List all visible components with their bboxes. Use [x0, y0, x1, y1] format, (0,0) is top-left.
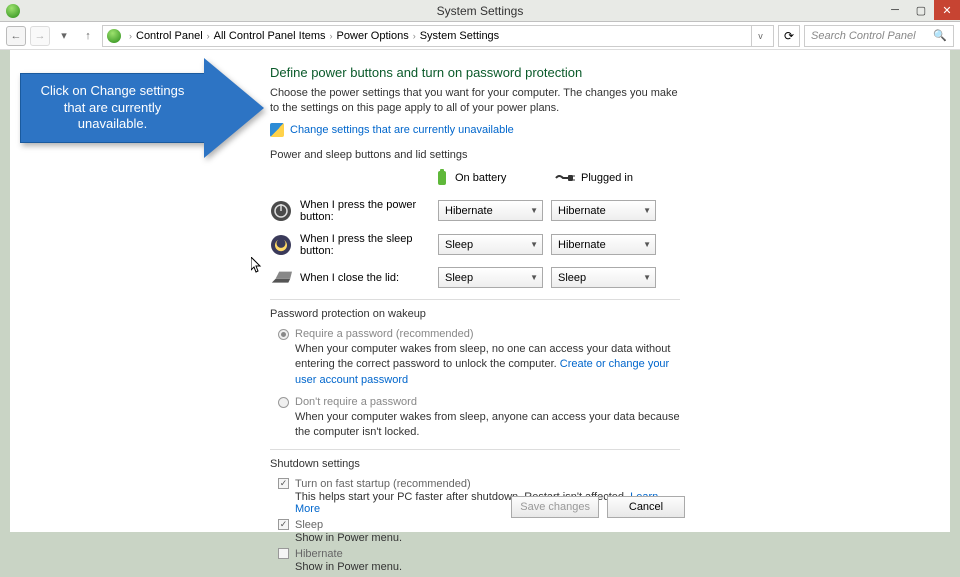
search-input[interactable]: Search Control Panel 🔍 [804, 25, 954, 47]
title-bar: System Settings ─ ▢ ✕ [0, 0, 960, 22]
arrow-right-icon [204, 58, 264, 158]
column-headers: On battery Plugged in [270, 169, 680, 187]
sleep-button-icon [270, 234, 292, 256]
back-button[interactable]: ← [6, 26, 26, 46]
row-sleep-label: When I press the sleep button: [300, 233, 430, 257]
lid-plugged-select[interactable]: Sleep ▼ [551, 267, 656, 288]
plug-icon [555, 172, 575, 184]
lid-icon [270, 267, 292, 289]
radio-require-password: Require a password (recommended) [278, 328, 680, 340]
chk-fast-startup: ✓ Turn on fast startup (recommended) [278, 478, 680, 490]
row-lid-label: When I close the lid: [300, 272, 430, 284]
sleep-battery-value: Sleep [445, 239, 473, 251]
power-plugged-value: Hibernate [558, 205, 606, 217]
forward-button[interactable]: → [30, 26, 50, 46]
page-subtext: Choose the power settings that you want … [270, 86, 680, 117]
recent-dropdown[interactable]: ▾ [54, 26, 74, 46]
sleep-plugged-value: Hibernate [558, 239, 606, 251]
breadcrumb-item-3[interactable]: System Settings [420, 30, 499, 42]
page-heading: Define power buttons and turn on passwor… [270, 65, 680, 80]
divider [270, 449, 680, 450]
lid-battery-value: Sleep [445, 272, 473, 284]
cancel-button[interactable]: Cancel [607, 496, 685, 518]
sleep-plugged-select[interactable]: Hibernate ▼ [551, 234, 656, 255]
chk-fast-input[interactable]: ✓ [278, 478, 289, 489]
chevron-right-icon: › [125, 31, 136, 41]
row-power-button: When I press the power button: Hibernate… [270, 199, 680, 223]
cursor-icon [251, 257, 263, 276]
radio-nopass-desc: When your computer wakes from sleep, any… [295, 410, 680, 441]
section-password-title: Password protection on wakeup [270, 308, 680, 320]
save-button[interactable]: Save changes [511, 496, 599, 518]
chk-sleep-input[interactable]: ✓ [278, 519, 289, 530]
radio-nopass-input[interactable] [278, 397, 289, 408]
tutorial-callout: Click on Change settings that are curren… [20, 63, 250, 163]
divider [270, 299, 680, 300]
chevron-right-icon: › [203, 31, 214, 41]
callout-text: Click on Change settings that are curren… [20, 73, 205, 143]
power-battery-value: Hibernate [445, 205, 493, 217]
chk-hibernate-desc: Show in Power menu. [295, 561, 680, 573]
chk-hibernate-label: Hibernate [295, 548, 343, 560]
change-settings-link[interactable]: Change settings that are currently unava… [290, 124, 514, 136]
power-battery-select[interactable]: Hibernate ▼ [438, 200, 543, 221]
chevron-down-icon: ▼ [530, 273, 538, 282]
col-plugged-label: Plugged in [581, 172, 633, 184]
minimize-button[interactable]: ─ [882, 0, 908, 20]
lid-plugged-value: Sleep [558, 272, 586, 284]
breadcrumb-item-1[interactable]: All Control Panel Items [214, 30, 326, 42]
section-power-title: Power and sleep buttons and lid settings [270, 149, 680, 161]
refresh-button[interactable]: ⟳ [778, 25, 800, 47]
radio-no-password: Don't require a password [278, 396, 680, 408]
radio-require-label: Require a password (recommended) [295, 328, 474, 340]
chk-sleep: ✓ Sleep [278, 519, 680, 531]
close-button[interactable]: ✕ [934, 0, 960, 20]
chevron-down-icon: ▼ [643, 206, 651, 215]
power-button-icon [270, 200, 292, 222]
radio-require-desc: When your computer wakes from sleep, no … [295, 342, 680, 388]
chevron-down-icon: ▼ [643, 273, 651, 282]
chk-hibernate: Hibernate [278, 548, 680, 560]
search-icon: 🔍 [933, 29, 947, 42]
footer-buttons: Save changes Cancel [511, 496, 685, 518]
search-placeholder: Search Control Panel [811, 30, 916, 42]
app-icon [6, 4, 20, 18]
sleep-battery-select[interactable]: Sleep ▼ [438, 234, 543, 255]
row-sleep-button: When I press the sleep button: Sleep ▼ H… [270, 233, 680, 257]
radio-require-input[interactable] [278, 329, 289, 340]
shield-icon [270, 123, 284, 137]
nav-bar: ← → ▾ ↑ › Control Panel › All Control Pa… [0, 22, 960, 50]
maximize-button[interactable]: ▢ [908, 0, 934, 20]
col-battery-label: On battery [455, 172, 506, 184]
chk-fast-label: Turn on fast startup (recommended) [295, 478, 471, 490]
chevron-down-icon: ▼ [530, 206, 538, 215]
chk-sleep-desc: Show in Power menu. [295, 532, 680, 544]
breadcrumb-dropdown[interactable]: v [751, 26, 769, 46]
chevron-right-icon: › [326, 31, 337, 41]
chevron-right-icon: › [409, 31, 420, 41]
lid-battery-select[interactable]: Sleep ▼ [438, 267, 543, 288]
power-plugged-select[interactable]: Hibernate ▼ [551, 200, 656, 221]
row-lid: When I close the lid: Sleep ▼ Sleep ▼ [270, 267, 680, 289]
row-power-label: When I press the power button: [300, 199, 430, 223]
radio-nopass-label: Don't require a password [295, 396, 417, 408]
breadcrumb[interactable]: › Control Panel › All Control Panel Item… [102, 25, 774, 47]
chevron-down-icon: ▼ [643, 240, 651, 249]
control-panel-icon [107, 29, 121, 43]
chk-sleep-label: Sleep [295, 519, 323, 531]
breadcrumb-item-2[interactable]: Power Options [337, 30, 409, 42]
chevron-down-icon: ▼ [530, 240, 538, 249]
section-shutdown-title: Shutdown settings [270, 458, 680, 470]
chk-hibernate-input[interactable] [278, 548, 289, 559]
battery-icon [435, 169, 449, 187]
window-title: System Settings [437, 4, 524, 18]
breadcrumb-item-0[interactable]: Control Panel [136, 30, 203, 42]
up-button[interactable]: ↑ [78, 26, 98, 46]
